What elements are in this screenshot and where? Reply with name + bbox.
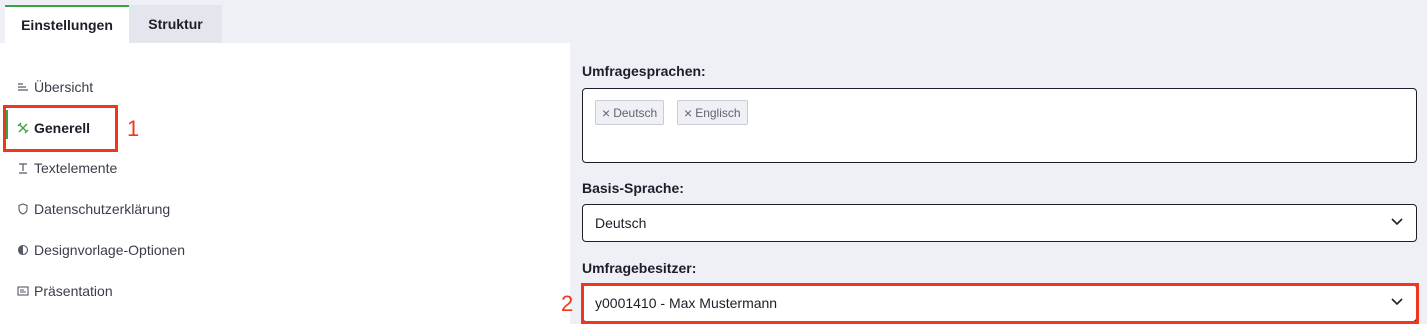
sidebar-item-label: Datenschutzerklärung [34,201,171,217]
settings-form: Umfragesprachen: × Deutsch × Englisch Ba… [570,43,1427,324]
presentation-icon [16,284,30,298]
language-chip-deutsch[interactable]: × Deutsch [595,100,665,125]
languages-multiselect[interactable]: × Deutsch × Englisch [582,88,1417,163]
owner-label: Umfragebesitzer: [582,260,697,276]
sidebar-item-praesentation[interactable]: Präsentation [16,279,113,303]
sidebar-item-textelemente[interactable]: Textelemente [16,156,117,180]
language-chip-englisch[interactable]: × Englisch [677,100,748,125]
annotation-number-1: 1 [127,116,140,141]
sidebar-item-label: Präsentation [34,283,113,299]
tab-einstellungen[interactable]: Einstellungen [5,5,129,43]
chevron-down-icon [1391,218,1403,226]
sidebar-item-label: Designvorlage-Optionen [34,242,185,258]
base-language-value: Deutsch [595,215,647,231]
text-icon [16,161,30,175]
remove-icon[interactable]: × [602,105,610,121]
languages-label: Umfragesprachen: [582,63,706,79]
annotation-number-2: 2 [561,291,574,316]
list-icon [16,80,30,94]
sidebar-item-label: Übersicht [34,79,94,95]
sidebar-item-datenschutz[interactable]: Datenschutzerklärung [16,197,170,221]
base-language-label: Basis-Sprache: [582,180,684,196]
annotation-box-1 [3,105,118,152]
remove-icon[interactable]: × [684,105,692,121]
tab-struktur[interactable]: Struktur [129,5,222,43]
base-language-select[interactable]: Deutsch [582,204,1417,242]
sidebar-item-label: Textelemente [34,160,118,176]
sidebar-item-designvorlage[interactable]: Designvorlage-Optionen [16,238,185,262]
shield-icon [16,202,30,216]
annotation-box-2 [581,283,1419,324]
contrast-icon [16,243,30,257]
sidebar-item-uebersicht[interactable]: Übersicht [16,75,93,99]
settings-sidebar: Übersicht Generell Textelemente Datensch… [0,43,570,324]
tab-bar: Einstellungen Struktur [5,5,222,43]
